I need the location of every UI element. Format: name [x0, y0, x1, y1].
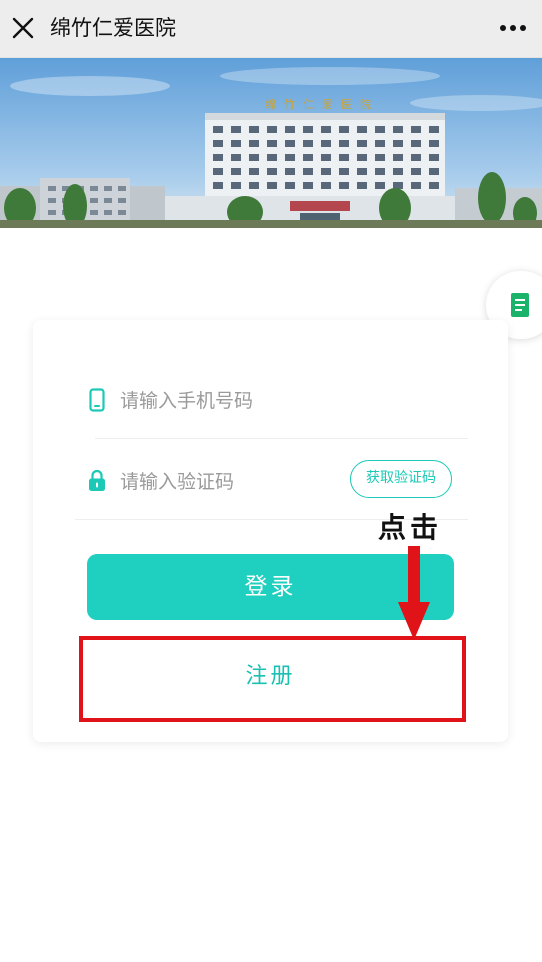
code-input[interactable] [120, 467, 330, 497]
more-button[interactable] [498, 18, 528, 38]
page-title: 绵竹仁爱医院 [50, 16, 176, 40]
top-bar: 绵竹仁爱医院 [0, 0, 542, 58]
hospital-sign: 绵竹仁爱医院 [265, 97, 379, 111]
phone-divider [95, 438, 468, 439]
annotation-arrow-icon [398, 546, 430, 640]
annotation-label: 点击 [378, 511, 443, 544]
get-code-button[interactable]: 获取验证码 [350, 460, 452, 498]
register-button[interactable]: 注册 [87, 644, 454, 710]
phone-icon [89, 388, 105, 412]
more-icon [500, 25, 526, 31]
phone-input[interactable] [120, 386, 420, 416]
close-icon [12, 17, 34, 39]
hospital-banner: 绵竹仁爱医院 [0, 58, 542, 228]
lock-icon [89, 469, 105, 491]
hospital-building-photo: 绵竹仁爱医院 [0, 58, 542, 228]
close-button[interactable] [10, 15, 36, 41]
